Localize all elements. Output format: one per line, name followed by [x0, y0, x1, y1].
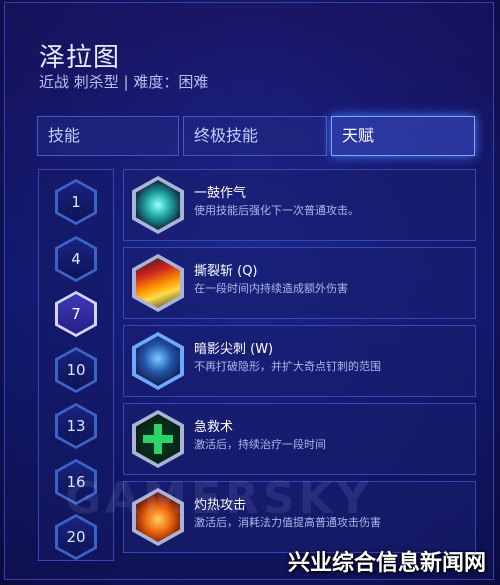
hero-panel: 泽拉图 近战 刺杀型 | 难度：困难 技能 终极技能 天赋 1 4 7 10 1… [4, 2, 494, 580]
tier-13[interactable]: 13 [55, 403, 97, 449]
tab-talents[interactable]: 天赋 [331, 116, 475, 156]
heal-cross-icon [132, 410, 184, 468]
hero-subtitle: 近战 刺杀型 | 难度：困难 [39, 73, 209, 91]
tier-level: 13 [58, 406, 94, 446]
watermark: GAMERSKY [65, 473, 373, 524]
hero-name: 泽拉图 [39, 43, 121, 73]
tier-10[interactable]: 10 [55, 347, 97, 393]
talent-description: 激活后，持续治疗一段时间 [194, 438, 326, 451]
talent-row[interactable]: 暗影尖刺 (W) 不再打破隐形，并扩大奇点钉刺的范围 [123, 325, 476, 397]
tier-level: 10 [58, 350, 94, 390]
talent-description: 在一段时间内持续造成额外伤害 [194, 282, 348, 295]
talent-name: 撕裂斩 (Q) [194, 264, 258, 279]
tier-level: 4 [58, 239, 94, 279]
talent-description: 使用技能后强化下一次普通攻击。 [194, 204, 359, 217]
talent-name: 暗影尖刺 (W) [194, 342, 274, 357]
talent-name: 急救术 [194, 420, 234, 435]
tab-ultimates[interactable]: 终极技能 [183, 116, 327, 156]
talent-description: 不再打破隐形，并扩大奇点钉刺的范围 [194, 360, 381, 373]
tier-7[interactable]: 7 [55, 291, 97, 337]
talent-row[interactable]: 一鼓作气 使用技能后强化下一次普通攻击。 [123, 169, 476, 241]
tab-abilities[interactable]: 技能 [37, 116, 179, 156]
tab-bar: 技能 终极技能 天赋 [37, 116, 477, 158]
shadow-spike-icon [132, 332, 184, 390]
slash-icon [132, 254, 184, 312]
tier-level: 7 [58, 294, 94, 334]
power-core-icon [132, 176, 184, 234]
site-watermark: 兴业综合信息新闻网 [287, 551, 486, 576]
tier-1[interactable]: 1 [55, 179, 97, 225]
talent-row[interactable]: 急救术 激活后，持续治疗一段时间 [123, 403, 476, 475]
tier-4[interactable]: 4 [55, 236, 97, 282]
talent-row[interactable]: 撕裂斩 (Q) 在一段时间内持续造成额外伤害 [123, 247, 476, 319]
tier-level: 1 [58, 182, 94, 222]
talent-name: 一鼓作气 [194, 186, 247, 201]
